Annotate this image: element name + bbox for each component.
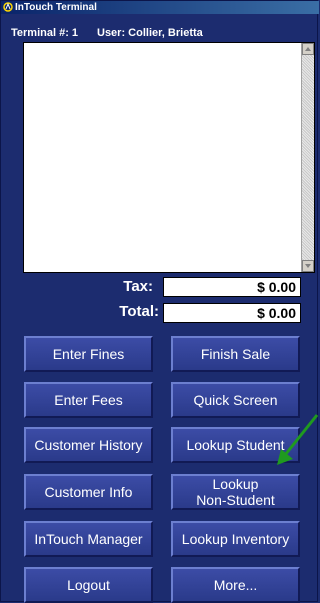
total-value: $ 0.00 xyxy=(163,303,301,323)
customer-info-button[interactable]: Customer Info xyxy=(24,474,153,510)
terminal-number: Terminal #: 1 xyxy=(11,27,79,39)
info-bar: Terminal #: 1 User: Collier, Brietta xyxy=(1,14,319,40)
window-title: InTouch Terminal xyxy=(15,2,97,13)
enter-fees-button[interactable]: Enter Fees xyxy=(24,382,153,418)
intouch-terminal-window: InTouch Terminal Terminal #: 1 User: Col… xyxy=(0,0,319,603)
tax-label: Tax: xyxy=(123,278,153,295)
more-button[interactable]: More... xyxy=(171,567,300,603)
receipt-area[interactable] xyxy=(23,42,315,273)
intouch-manager-button[interactable]: InTouch Manager xyxy=(24,521,153,557)
title-bar[interactable]: InTouch Terminal xyxy=(1,1,319,14)
scroll-down-button[interactable] xyxy=(302,260,314,272)
tax-value: $ 0.00 xyxy=(163,277,301,297)
scroll-up-button[interactable] xyxy=(302,43,314,55)
enter-fines-button[interactable]: Enter Fines xyxy=(24,336,153,372)
total-label: Total: xyxy=(119,303,159,320)
current-user: User: Collier, Brietta xyxy=(97,27,203,39)
app-icon xyxy=(3,2,13,12)
logout-button[interactable]: Logout xyxy=(24,567,153,603)
lookup-non-student-button[interactable]: Lookup Non-Student xyxy=(171,474,300,510)
receipt-scrollbar[interactable] xyxy=(301,43,314,272)
green-arrow-icon xyxy=(277,414,319,465)
lookup-inventory-button[interactable]: Lookup Inventory xyxy=(171,521,300,557)
finish-sale-button[interactable]: Finish Sale xyxy=(171,336,300,372)
chevron-up-icon xyxy=(305,47,311,51)
customer-history-button[interactable]: Customer History xyxy=(24,427,153,463)
chevron-down-icon xyxy=(305,264,311,268)
